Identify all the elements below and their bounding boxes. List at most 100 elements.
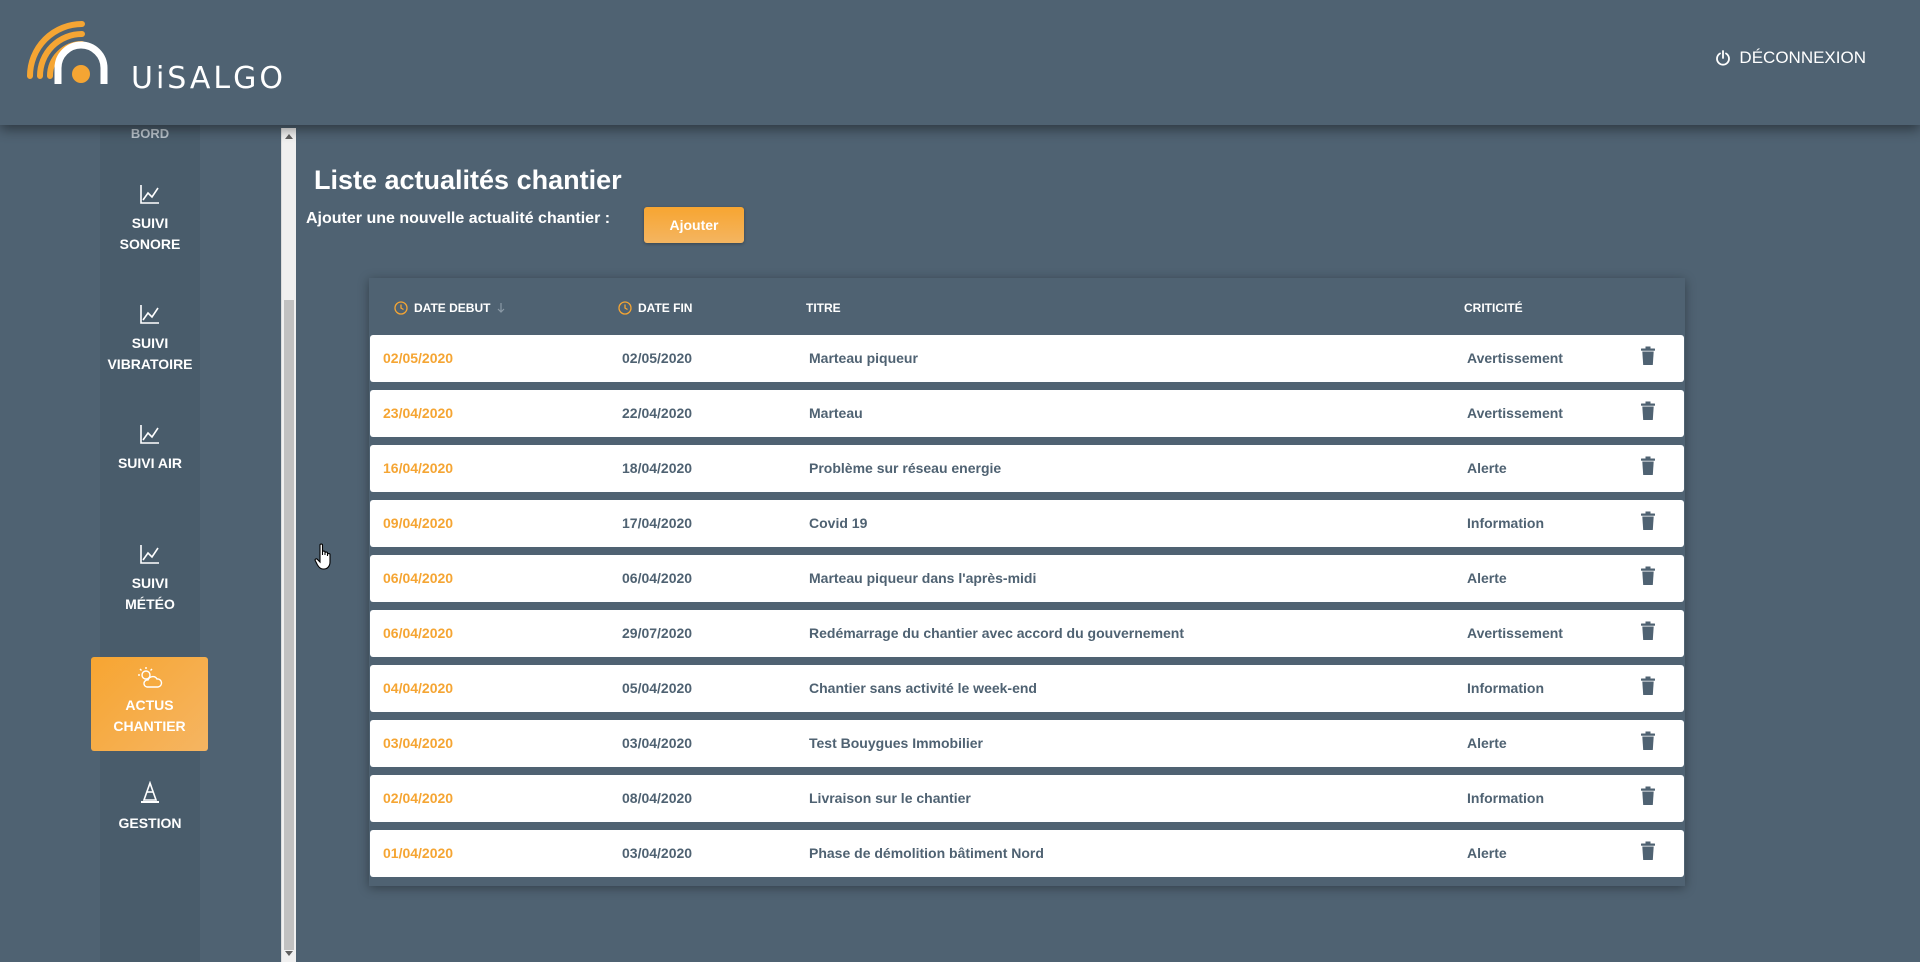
logout-button[interactable]: DÉCONNEXION [1715, 48, 1866, 68]
sidebar-item-label: ACTUS [125, 697, 174, 713]
cell-date-debut: 23/04/2020 [383, 405, 454, 421]
cell-date-debut: 02/04/2020 [383, 790, 454, 806]
cell-criticite: Avertissement [1467, 405, 1563, 421]
table-row[interactable]: 06/04/2020 06/04/2020 Marteau piqueur dans… [370, 555, 1684, 602]
chart-line-icon [140, 425, 159, 444]
sidebar-item-suivi-vibratoire[interactable]: SUIVI VIBRATOIRE [100, 303, 200, 375]
trash-icon[interactable] [1640, 566, 1656, 589]
clock-icon [394, 301, 408, 315]
app-logo[interactable]: UiSALGO [26, 16, 283, 96]
sidebar-item-actus-chantier[interactable]: ACTUS CHANTIER [91, 657, 208, 751]
cell-titre: Problème sur réseau energie [809, 460, 1002, 476]
column-header-date-fin[interactable]: DATE FIN [618, 301, 692, 315]
table-row[interactable]: 04/04/2020 05/04/2020 Chantier sans activi… [370, 665, 1684, 712]
cell-date-fin: 02/05/2020 [622, 350, 693, 366]
table-row[interactable]: 03/04/2020 03/04/2020 Test Bouygues Immobi… [370, 720, 1684, 767]
sidebar-item-label: GESTION [118, 815, 182, 831]
column-header-label: TITRE [806, 301, 841, 315]
cell-date-fin: 05/04/2020 [622, 680, 693, 696]
chart-line-icon [140, 545, 159, 564]
column-header-label: CRITICITÉ [1464, 301, 1523, 315]
news-table: DATE DEBUT DATE FIN TITRE CRITICITÉ 02/0… [369, 278, 1685, 886]
cell-criticite: Alerte [1467, 570, 1507, 586]
logout-label: DÉCONNEXION [1739, 48, 1866, 67]
chart-line-icon [140, 185, 159, 204]
scroll-thumb[interactable] [284, 300, 294, 950]
cell-date-debut: 09/04/2020 [383, 515, 454, 531]
column-header-label: DATE DEBUT [414, 301, 491, 315]
logo-signal-icon [27, 21, 108, 84]
sidebar-item-label: SONORE [119, 236, 181, 252]
column-header-criticite[interactable]: CRITICITÉ [1464, 301, 1523, 315]
cell-date-fin: 29/07/2020 [622, 625, 693, 641]
cell-titre: Marteau piqueur [809, 350, 918, 366]
cell-date-fin: 22/04/2020 [622, 405, 693, 421]
cell-titre: Marteau piqueur dans l'après-midi [809, 570, 1037, 586]
cell-date-debut: 04/04/2020 [383, 680, 454, 696]
chart-line-icon [140, 305, 159, 324]
column-header-titre[interactable]: TITRE [806, 301, 841, 315]
table-row[interactable]: 23/04/2020 22/04/2020 Marteau Avertissement [370, 390, 1684, 437]
add-button[interactable]: Ajouter [644, 207, 744, 243]
sidebar-item-suivi-meteo[interactable]: SUIVI MÉTÉO [100, 543, 200, 615]
cell-date-debut: 01/04/2020 [383, 845, 454, 861]
sidebar-item-gestion[interactable]: GESTION [100, 781, 200, 834]
trash-icon[interactable] [1640, 511, 1656, 534]
weather-cloud-sun-icon [137, 667, 162, 688]
sidebar-item-label: SUIVI [131, 335, 169, 351]
table-row[interactable]: 02/05/2020 02/05/2020 Marteau piqueur Avert… [370, 335, 1684, 382]
cell-date-debut: 02/05/2020 [383, 350, 454, 366]
cell-criticite: Alerte [1467, 845, 1507, 861]
table-row[interactable]: 16/04/2020 18/04/2020 Problème sur réseau … [370, 445, 1684, 492]
top-header: UiSALGO DÉCONNEXION [0, 0, 1920, 125]
cell-titre: Covid 19 [809, 515, 868, 531]
cell-date-debut: 06/04/2020 [383, 570, 454, 586]
sidebar-item-label: SUIVI [131, 215, 169, 231]
page-title: Liste actualités chantier [314, 165, 622, 195]
column-header-date-debut[interactable]: DATE DEBUT [394, 301, 506, 315]
trash-icon[interactable] [1640, 786, 1656, 809]
trash-icon[interactable] [1640, 456, 1656, 479]
trash-icon[interactable] [1640, 401, 1656, 424]
sidebar-scrollbar[interactable] [281, 128, 296, 962]
table-row[interactable]: 02/04/2020 08/04/2020 Livraison sur le cha… [370, 775, 1684, 822]
hand-pointer-cursor-icon [314, 543, 331, 570]
cell-titre: Marteau [809, 405, 863, 421]
sidebar-item-label: SUIVI AIR [117, 455, 183, 471]
cell-date-debut: 06/04/2020 [383, 625, 454, 641]
clock-icon [618, 301, 632, 315]
cell-criticite: Information [1467, 680, 1544, 696]
trash-icon[interactable] [1640, 676, 1656, 699]
table-row[interactable]: 09/04/2020 17/04/2020 Covid 19 Information [370, 500, 1684, 547]
cell-criticite: Alerte [1467, 460, 1507, 476]
scroll-up-arrow-icon[interactable] [285, 134, 293, 139]
cell-titre: Phase de démolition bâtiment Nord [809, 845, 1044, 861]
sidebar-item-label: MÉTÉO [125, 596, 175, 612]
sidebar: BORD SUIVI SONORE SUIVI VIBRATOIRE SUIVI… [100, 125, 200, 962]
sidebar-item-label: VIBRATOIRE [107, 356, 193, 372]
sort-down-arrow-icon[interactable] [496, 302, 506, 314]
sidebar-item-suivi-sonore[interactable]: SUIVI SONORE [100, 183, 200, 255]
cell-date-fin: 17/04/2020 [622, 515, 693, 531]
sidebar-item-tableau-de-bord[interactable]: BORD [100, 123, 200, 144]
logo-text: UiSALGO [131, 61, 286, 96]
cell-date-fin: 18/04/2020 [622, 460, 693, 476]
scroll-down-arrow-icon[interactable] [285, 951, 293, 956]
trash-icon[interactable] [1640, 621, 1656, 644]
cell-criticite: Avertissement [1467, 350, 1563, 366]
cell-date-debut: 16/04/2020 [383, 460, 454, 476]
cell-criticite: Avertissement [1467, 625, 1563, 641]
trash-icon[interactable] [1640, 346, 1656, 369]
cell-date-fin: 03/04/2020 [622, 845, 693, 861]
sidebar-item-suivi-air[interactable]: SUIVI AIR [100, 423, 200, 474]
cell-date-fin: 03/04/2020 [622, 735, 693, 751]
trash-icon[interactable] [1640, 841, 1656, 864]
table-row[interactable]: 06/04/2020 29/07/2020 Redémarrage du chant… [370, 610, 1684, 657]
table-row[interactable]: 01/04/2020 03/04/2020 Phase de démolition … [370, 830, 1684, 877]
cell-titre: Livraison sur le chantier [809, 790, 971, 806]
add-news-label: Ajouter une nouvelle actualité chantier … [306, 210, 611, 227]
cell-criticite: Information [1467, 790, 1544, 806]
cell-date-debut: 03/04/2020 [383, 735, 454, 751]
trash-icon[interactable] [1640, 731, 1656, 754]
sidebar-item-label: SUIVI [131, 575, 169, 591]
